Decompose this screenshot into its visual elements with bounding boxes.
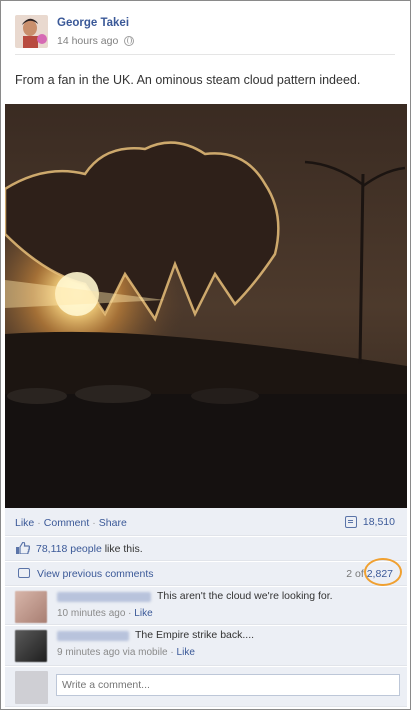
post-frame: George Takei 14 hours ago From a fan in …	[0, 0, 411, 710]
comment-link[interactable]: Comment	[44, 517, 90, 529]
shares-count-link[interactable]: 18,510	[344, 516, 395, 528]
likes-summary: 78,118 people like this.	[36, 543, 143, 555]
comment-like-link[interactable]: Like	[134, 608, 152, 619]
likes-count-link[interactable]: 78,118 people	[36, 543, 102, 555]
globe-icon	[124, 36, 135, 46]
post-header: George Takei 14 hours ago	[15, 15, 395, 51]
post-meta: 14 hours ago	[57, 35, 135, 47]
author-avatar[interactable]	[15, 15, 48, 48]
author-name[interactable]: George Takei	[57, 17, 129, 29]
action-separator: ·	[92, 517, 96, 529]
post-caption: From a fan in the UK. An ominous steam c…	[15, 73, 361, 87]
header-divider	[15, 54, 395, 55]
comment-text: The Empire strike back....	[135, 629, 255, 641]
viewer-avatar	[15, 671, 48, 704]
comment-meta: 9 minutes ago via mobile · Like	[57, 647, 195, 658]
comment-item: This aren't the cloud we're looking for.…	[5, 587, 407, 625]
post-timestamp[interactable]: 14 hours ago	[57, 35, 118, 47]
annotation-circle	[364, 558, 402, 586]
like-link[interactable]: Like	[15, 517, 34, 529]
shares-count: 18,510	[362, 516, 395, 528]
action-bar: Like · Comment · Share 18,510	[5, 508, 407, 536]
commenter-name-blurred[interactable]	[57, 592, 151, 602]
comment-meta: 10 minutes ago · Like	[57, 608, 153, 619]
comment-text: This aren't the cloud we're looking for.	[157, 590, 333, 602]
post-actions: Like · Comment · Share	[15, 517, 127, 529]
post-photo[interactable]	[5, 104, 407, 508]
share-count-icon	[344, 516, 357, 528]
previous-comments-row: View previous comments 2 of 2,827	[5, 558, 407, 586]
comment-item: The Empire strike back.... 9 minutes ago…	[5, 626, 407, 666]
comment-like-link[interactable]: Like	[177, 647, 195, 658]
likes-row: 78,118 people like this.	[5, 537, 407, 561]
write-comment-row	[5, 667, 407, 707]
comment-time[interactable]: 10 minutes ago	[57, 608, 125, 619]
likes-suffix: like this.	[104, 543, 143, 555]
comment-bubble-icon	[18, 568, 30, 578]
comment-meta-separator: ·	[128, 608, 132, 619]
view-previous-comments-link[interactable]: View previous comments	[37, 568, 154, 580]
commenter-avatar[interactable]	[15, 591, 47, 623]
share-link[interactable]: Share	[99, 517, 127, 529]
comment-meta-separator: ·	[170, 647, 174, 658]
action-separator: ·	[37, 517, 41, 529]
commenter-avatar[interactable]	[15, 630, 47, 662]
commenter-name-blurred[interactable]	[57, 631, 129, 641]
comment-input[interactable]	[56, 674, 400, 696]
thumbs-up-icon	[16, 542, 30, 554]
comment-time[interactable]: 9 minutes ago via mobile	[57, 647, 168, 658]
